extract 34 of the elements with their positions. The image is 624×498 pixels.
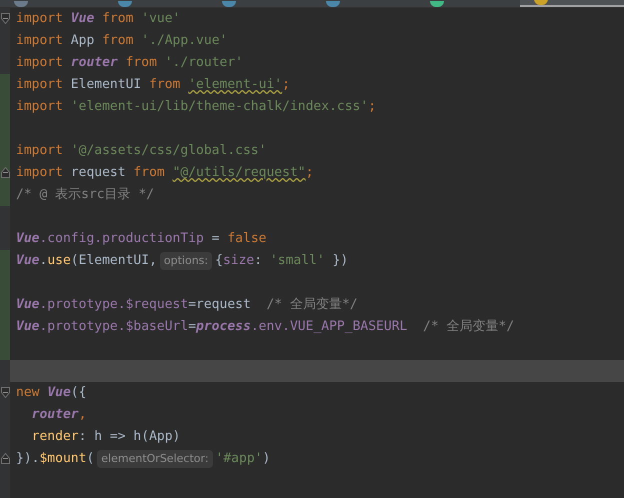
code-text: Vue.prototype.$request=request /* 全局变量*/ (16, 296, 358, 314)
code-text: import router from './router' (16, 54, 244, 72)
file-icon (222, 1, 236, 7)
file-icon (534, 0, 548, 5)
file-icon (14, 1, 28, 7)
fold-icon[interactable] (1, 387, 10, 398)
code-text: '#app') (216, 450, 270, 468)
file-icon (430, 1, 444, 7)
code-text: router, (30, 406, 86, 424)
code-text: new Vue({ (16, 384, 86, 402)
file-icon (326, 1, 340, 7)
code-text: Vue.prototype.$baseUrl=process.env.VUE_APP_BASEURL /* 全局变量*/ (16, 318, 514, 336)
code-text: import request from "@/utils/request"; (16, 164, 314, 182)
change-marker (0, 184, 10, 206)
parameter-hint: elementOrSelector: (97, 450, 213, 468)
change-marker (0, 250, 10, 272)
code-text: /* @ 表示src目录 */ (16, 186, 154, 204)
code-text: }).$mount( (16, 450, 94, 468)
fold-icon[interactable] (1, 13, 10, 24)
code-text: import 'element-ui/lib/theme-chalk/index.css'; (16, 98, 376, 116)
code-text: import ElementUI from 'element-ui'; (16, 76, 290, 94)
code-text: Vue.use(ElementUI, (16, 252, 157, 270)
code-text: import Vue from 'vue' (16, 10, 180, 28)
code-text: import App from './App.vue' (16, 32, 228, 50)
code-text: {size: 'small' }) (215, 252, 348, 270)
change-marker (0, 338, 10, 360)
change-marker (0, 74, 10, 96)
file-icon (118, 1, 132, 7)
fold-icon[interactable] (1, 453, 10, 464)
code-text: import '@/assets/css/global.css' (16, 142, 266, 160)
editor-tab[interactable] (520, 0, 624, 7)
code-text: render: h => h(App) (30, 428, 180, 446)
code-text: Vue.config.productionTip = false (16, 230, 266, 248)
parameter-hint: options: (160, 252, 212, 270)
